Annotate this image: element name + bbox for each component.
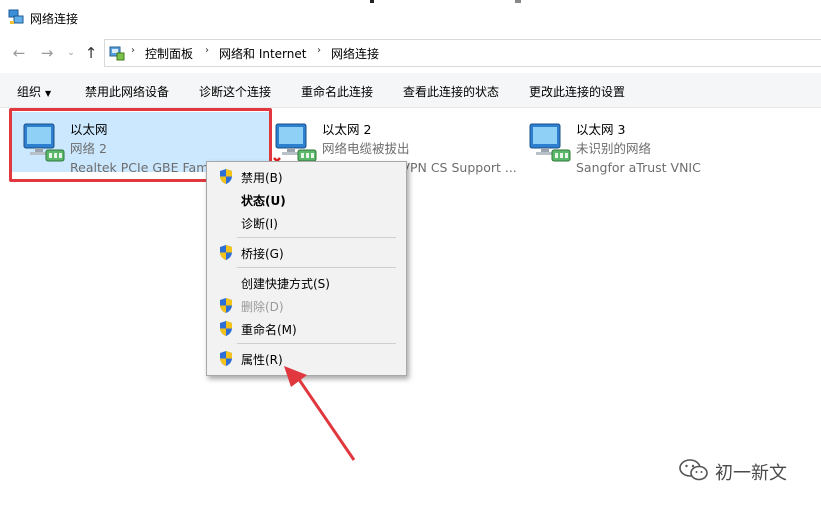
change-settings-button[interactable]: 更改此连接的设置 [529, 83, 625, 100]
menu-item-properties[interactable]: 属性(R) [207, 347, 406, 370]
network-connections-icon [8, 9, 24, 24]
breadcrumb-separator: › [131, 45, 135, 56]
chevron-down-icon[interactable]: ⌄ [62, 44, 80, 62]
rename-button[interactable]: 重命名此连接 [301, 83, 373, 100]
menu-item-rename[interactable]: 重命名(M) [207, 317, 406, 340]
menu-item-label: 重命名(M) [241, 323, 297, 337]
menu-item-create-shortcut[interactable]: 创建快捷方式(S) [207, 271, 406, 294]
uac-shield-icon [220, 245, 232, 260]
disable-device-button[interactable]: 禁用此网络设备 [85, 83, 169, 100]
up-arrow-icon[interactable]: ↑ [82, 44, 100, 62]
menu-item-disable[interactable]: 禁用(B) [207, 165, 406, 188]
command-bar: 组织 ▼ 禁用此网络设备 诊断这个连接 重命名此连接 查看此连接的状态 更改此连接… [0, 73, 821, 108]
adapter-list: 以太网 网络 2 Realtek PCIe GBE Family Contr..… [0, 108, 821, 507]
address-bar[interactable]: › 控制面板 › 网络和 Internet › 网络连接 [104, 39, 821, 67]
decorative-edge [370, 0, 374, 3]
address-row: ← → ⌄ ↑ › 控制面板 › 网络和 Internet › 网络连接 [0, 36, 821, 70]
control-panel-icon [109, 46, 125, 61]
adapter-status: 网络电缆被拔出 [322, 141, 410, 156]
organize-button[interactable]: 组织 ▼ [17, 83, 51, 100]
breadcrumb-separator: › [205, 45, 209, 56]
wechat-icon [679, 459, 708, 481]
view-status-button[interactable]: 查看此连接的状态 [403, 83, 499, 100]
menu-item-delete: 删除(D) [207, 294, 406, 317]
uac-shield-icon [220, 298, 232, 313]
window-title: 网络连接 [30, 12, 79, 26]
network-adapter-icon [529, 123, 571, 162]
uac-shield-icon [220, 169, 232, 184]
menu-item-bridge[interactable]: 桥接(G) [207, 241, 406, 264]
caret-down-icon: ▼ [45, 89, 52, 98]
adapter-status: 未识别的网络 [576, 141, 652, 156]
decorative-edge [515, 0, 521, 3]
menu-divider [237, 267, 396, 268]
menu-divider [237, 237, 396, 238]
forward-arrow-icon[interactable]: → [38, 44, 56, 62]
breadcrumb-control-panel[interactable]: 控制面板 [145, 45, 193, 62]
breadcrumb-network-internet[interactable]: 网络和 Internet [219, 45, 306, 62]
menu-item-label: 状态(U) [241, 194, 286, 208]
organize-label: 组织 [17, 85, 42, 99]
menu-item-label: 诊断(I) [241, 217, 278, 231]
breadcrumb-network-connections[interactable]: 网络连接 [331, 45, 379, 62]
adapter-name: 以太网 2 [322, 122, 372, 137]
menu-item-label: 删除(D) [241, 300, 284, 314]
uac-shield-icon [220, 321, 232, 336]
menu-item-label: 创建快捷方式(S) [241, 277, 330, 291]
context-menu: 禁用(B) 状态(U) 诊断(I) 桥接(G) 创建快捷方式(S) 删除(D) … [206, 161, 407, 376]
title-bar: 网络连接 [0, 0, 821, 34]
diagnose-button[interactable]: 诊断这个连接 [199, 83, 271, 100]
menu-item-label: 桥接(G) [241, 247, 284, 261]
menu-divider [237, 343, 396, 344]
menu-item-diagnose[interactable]: 诊断(I) [207, 211, 406, 234]
breadcrumb-separator: › [317, 45, 321, 56]
watermark-text: 初一新文 [715, 463, 787, 484]
menu-item-label: 属性(R) [241, 353, 283, 367]
adapter-device: Sangfor aTrust VNIC [576, 160, 701, 175]
menu-item-status[interactable]: 状态(U) [207, 188, 406, 211]
uac-shield-icon [220, 351, 232, 366]
back-arrow-icon[interactable]: ← [10, 44, 28, 62]
adapter-ethernet-3[interactable]: 以太网 3 未识别的网络 Sangfor aTrust VNIC [518, 112, 772, 175]
menu-item-label: 禁用(B) [241, 171, 283, 185]
adapter-name: 以太网 3 [576, 122, 626, 137]
network-adapter-icon [273, 123, 317, 165]
